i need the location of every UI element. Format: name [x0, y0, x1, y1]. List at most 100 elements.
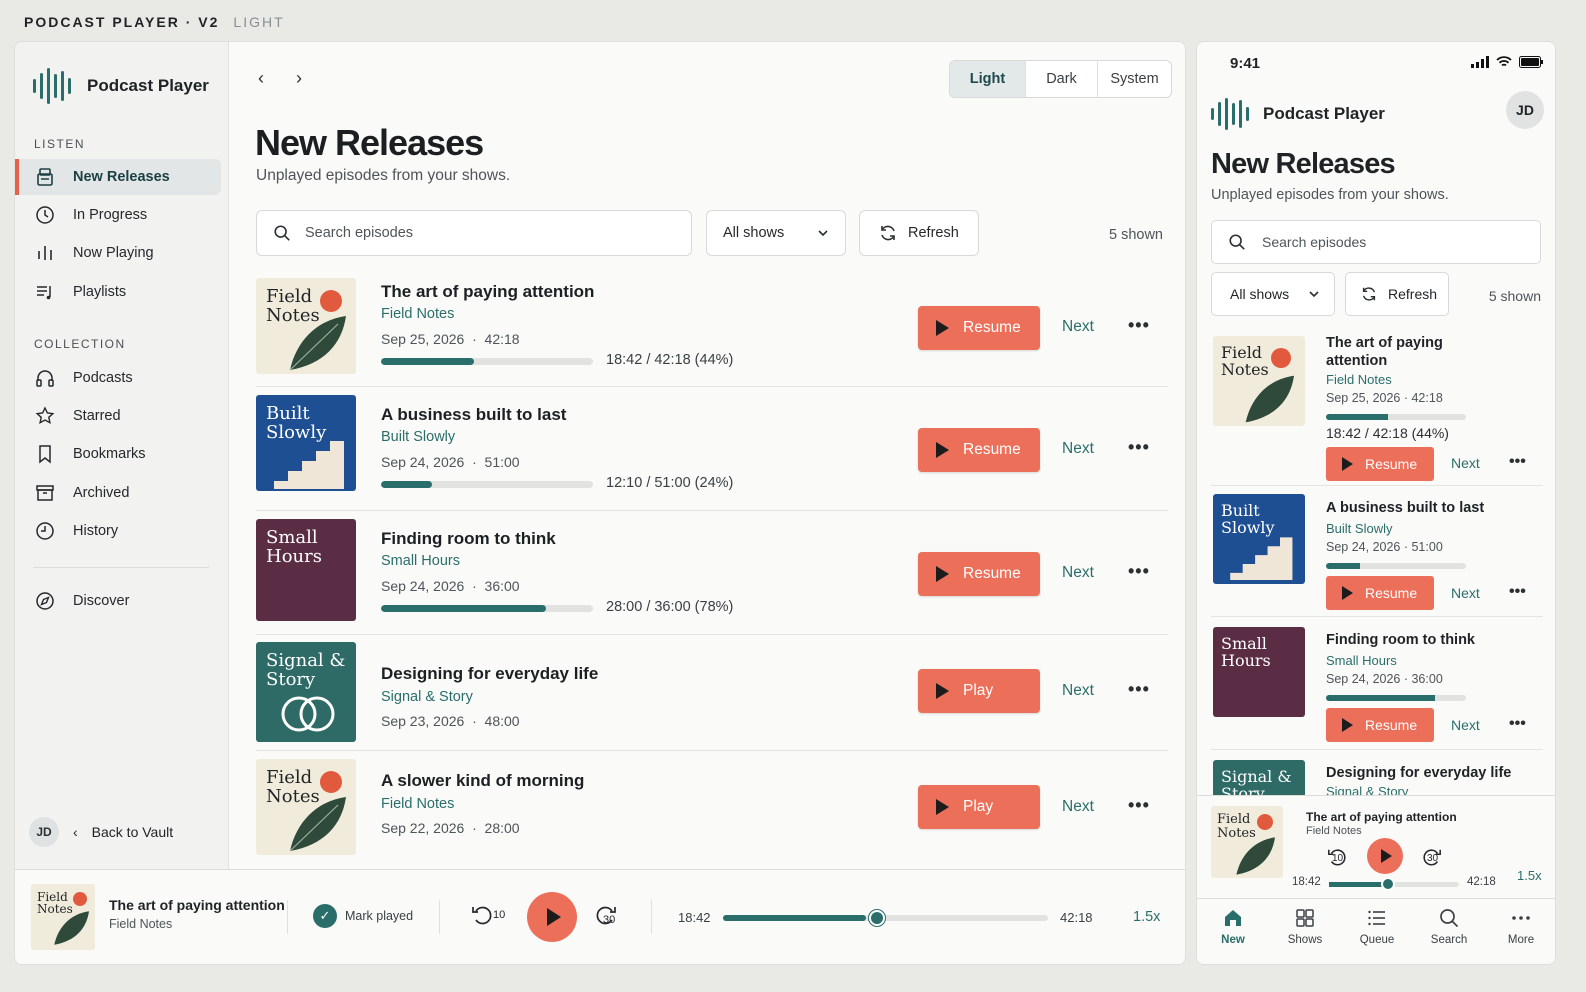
tab-new[interactable]: New — [1197, 899, 1269, 964]
playback-speed-button[interactable]: 1.5x — [1133, 909, 1160, 925]
more-options-icon[interactable]: ••• — [1509, 453, 1526, 471]
seek-slider[interactable] — [723, 910, 1048, 926]
theme-dark-button[interactable]: Dark — [1025, 61, 1097, 97]
next-button[interactable]: Next — [1451, 717, 1480, 733]
resume-button[interactable]: Resume — [918, 428, 1040, 472]
sidebar-item-history[interactable]: History — [15, 513, 221, 549]
sidebar-item-in-progress[interactable]: In Progress — [15, 197, 221, 233]
sidebar-item-bookmarks[interactable]: Bookmarks — [15, 436, 221, 472]
cover-art-signal-story: Signal & Story — [1213, 760, 1305, 796]
episode-title[interactable]: Designing for everyday life — [1326, 764, 1511, 782]
sidebar-item-podcasts[interactable]: Podcasts — [15, 360, 221, 396]
sidebar: Podcast Player LISTEN New Releases In Pr… — [15, 42, 229, 869]
episode-show[interactable]: Field Notes — [381, 796, 454, 812]
sidebar-item-now-playing[interactable]: Now Playing — [15, 235, 221, 271]
stairs-icon — [274, 441, 344, 489]
sidebar-item-new-releases[interactable]: New Releases — [15, 159, 221, 195]
episode-show[interactable]: Field Notes — [1326, 372, 1392, 387]
episode-show[interactable]: Small Hours — [1326, 653, 1397, 668]
next-button[interactable]: Next — [1062, 564, 1094, 582]
tab-label: More — [1507, 934, 1535, 946]
episode-title[interactable]: Finding room to think — [1326, 631, 1475, 649]
bottom-tab-bar: New Shows Queue Search More — [1197, 898, 1555, 964]
play-button[interactable]: Play — [918, 785, 1040, 829]
avatar[interactable]: JD — [1506, 91, 1544, 129]
resume-button[interactable]: Resume — [1326, 708, 1434, 742]
resume-button[interactable]: Resume — [1326, 447, 1434, 481]
next-button[interactable]: Next — [1062, 318, 1094, 336]
episode-date: Sep 24, 2026 — [1326, 540, 1401, 554]
more-options-icon[interactable]: ••• — [1128, 679, 1150, 700]
refresh-button[interactable]: Refresh — [1345, 272, 1449, 316]
forward-arrow-icon[interactable]: › — [291, 68, 307, 89]
sidebar-item-discover[interactable]: Discover — [15, 583, 221, 619]
episode-meta: Sep 24, 2026 · 36:00 — [381, 578, 520, 594]
resume-button[interactable]: Resume — [1326, 576, 1434, 610]
tab-shows[interactable]: Shows — [1269, 899, 1341, 964]
next-button[interactable]: Next — [1062, 440, 1094, 458]
episode-title[interactable]: Finding room to think — [381, 529, 556, 549]
podcast-stack-icon — [37, 168, 53, 186]
skip-forward-button[interactable]: 30 — [595, 903, 616, 927]
avatar[interactable]: JD — [29, 817, 59, 847]
episode-show[interactable]: Signal & Story — [381, 689, 473, 705]
show-filter-dropdown[interactable]: All shows — [1211, 272, 1335, 316]
mark-played-button[interactable]: ✓ Mark played — [313, 904, 413, 928]
back-to-vault[interactable]: JD ‹ Back to Vault — [29, 817, 173, 847]
refresh-icon — [1362, 287, 1376, 301]
more-options-icon[interactable]: ••• — [1128, 561, 1150, 582]
episode-show[interactable]: Field Notes — [381, 306, 454, 322]
search-input[interactable]: Search episodes — [1211, 220, 1541, 264]
play-pause-button[interactable] — [1367, 838, 1403, 874]
play-pause-button[interactable] — [527, 892, 577, 942]
sidebar-item-archived[interactable]: Archived — [15, 475, 221, 511]
episode-title[interactable]: A business built to last — [1326, 499, 1484, 517]
skip-back-button[interactable]: 10 — [1327, 846, 1346, 868]
episode-show[interactable]: Built Slowly — [1326, 521, 1392, 536]
episode-title[interactable]: A business built to last — [381, 405, 566, 425]
tab-queue[interactable]: Queue — [1341, 899, 1413, 964]
resume-button[interactable]: Resume — [918, 306, 1040, 350]
resume-button[interactable]: Resume — [918, 552, 1040, 596]
theme-light-button[interactable]: Light — [950, 61, 1025, 97]
sidebar-item-starred[interactable]: Starred — [15, 398, 221, 434]
episode-title[interactable]: A slower kind of morning — [381, 771, 584, 791]
more-options-icon[interactable]: ••• — [1128, 437, 1150, 458]
episode-title[interactable]: The art of paying attention — [381, 282, 594, 302]
show-filter-dropdown[interactable]: All shows — [706, 210, 846, 256]
skip-forward-button[interactable]: 30 — [1422, 846, 1441, 868]
more-options-icon[interactable]: ••• — [1128, 315, 1150, 336]
next-button[interactable]: Next — [1451, 585, 1480, 601]
next-button[interactable]: Next — [1062, 682, 1094, 700]
sidebar-item-playlists[interactable]: Playlists — [15, 274, 221, 310]
next-button[interactable]: Next — [1062, 798, 1094, 816]
refresh-button[interactable]: Refresh — [859, 210, 979, 256]
tab-more[interactable]: More — [1485, 899, 1555, 964]
seek-handle[interactable] — [869, 910, 885, 926]
history-nav: ‹ › — [253, 68, 307, 89]
play-icon — [936, 566, 949, 582]
episode-meta: Sep 24, 2026 · 51:00 — [381, 454, 520, 470]
more-options-icon[interactable]: ••• — [1509, 715, 1526, 733]
search-input[interactable]: Search episodes — [256, 210, 692, 256]
back-arrow-icon[interactable]: ‹ — [253, 68, 269, 89]
episode-show[interactable]: Small Hours — [381, 553, 460, 569]
more-options-icon[interactable]: ••• — [1128, 795, 1150, 816]
play-button[interactable]: Play — [918, 669, 1040, 713]
episode-title[interactable]: The art of paying attention — [1326, 334, 1476, 370]
episode-show[interactable]: Built Slowly — [381, 429, 455, 445]
seek-handle[interactable] — [1381, 877, 1395, 891]
app-logo: Podcast Player — [1211, 96, 1385, 132]
next-button[interactable]: Next — [1451, 455, 1480, 471]
theme-system-button[interactable]: System — [1097, 61, 1171, 97]
more-options-icon[interactable]: ••• — [1509, 583, 1526, 601]
skip-back-button[interactable]: 10 — [471, 903, 505, 927]
episode-title[interactable]: Designing for everyday life — [381, 664, 598, 684]
player-title: The art of paying attention — [1306, 810, 1457, 824]
tab-search[interactable]: Search — [1413, 899, 1485, 964]
seek-slider[interactable] — [1329, 877, 1459, 891]
cover-title: Signal & Story — [266, 650, 346, 690]
play-icon — [936, 683, 949, 699]
playback-speed-button[interactable]: 1.5x — [1517, 868, 1542, 883]
action-label: Play — [963, 682, 994, 699]
